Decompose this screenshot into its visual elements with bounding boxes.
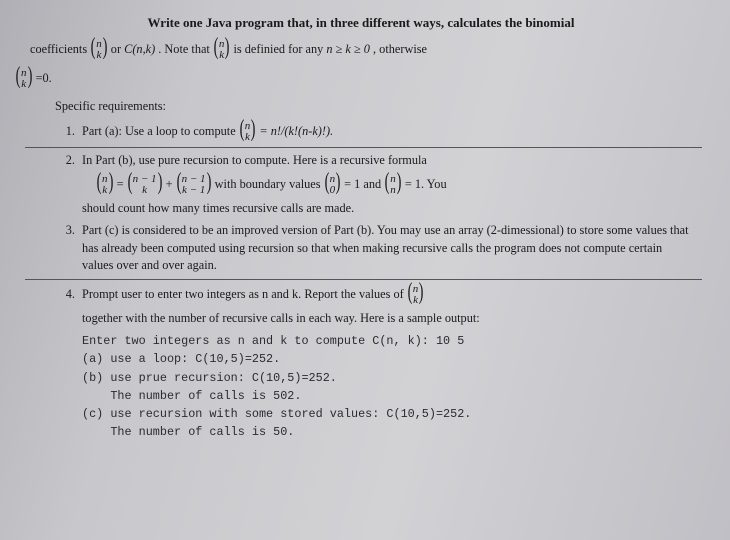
text: = 1 and xyxy=(344,177,384,191)
binom-nk: n k xyxy=(97,174,113,196)
binom-nm1-k: n − 1 k xyxy=(128,174,162,196)
binom-nk: n k xyxy=(91,39,107,61)
text: Part (a): Use a loop to compute xyxy=(82,124,239,138)
intro-line-2: n k =0. xyxy=(15,66,692,91)
recursive-formula: n k = n − 1 k + n − 1 k − 1 with boundar… xyxy=(96,172,692,198)
document-page: Write one Java program that, in three di… xyxy=(0,0,730,540)
text: = 1. You xyxy=(405,177,447,191)
binom-n-n: n n xyxy=(385,174,401,196)
sample-output: Enter two integers as n and k to compute… xyxy=(82,332,692,442)
text: together with the number of recursive ca… xyxy=(82,310,692,328)
req-item-d: Prompt user to enter two integers as n a… xyxy=(78,284,692,442)
requirements-list-cont: In Part (b), use pure recursion to compu… xyxy=(60,152,692,275)
binom-nk: n k xyxy=(240,121,256,143)
intro-line-1: coefficients n k or C(n,k) . Note that n… xyxy=(30,39,692,61)
text: , otherwise xyxy=(373,42,427,56)
text: or xyxy=(111,42,124,56)
divider xyxy=(25,279,702,280)
requirements-list-cont2: Prompt user to enter two integers as n a… xyxy=(60,284,692,442)
divider xyxy=(25,147,702,148)
text: n ≥ k ≥ 0 xyxy=(326,42,370,56)
document-title: Write one Java program that, in three di… xyxy=(30,14,692,33)
binom-n-0: n 0 xyxy=(325,174,341,196)
text: Prompt user to enter two integers as n a… xyxy=(82,287,407,301)
req-item-c: Part (c) is considered to be an improved… xyxy=(78,222,692,275)
binom-nk: n k xyxy=(408,284,424,306)
binom-nm1-km1: n − 1 k − 1 xyxy=(177,174,211,196)
text: =0. xyxy=(36,71,52,85)
text: . Note that xyxy=(158,42,213,56)
text: C(n,k) xyxy=(124,42,155,56)
text: with boundary values xyxy=(215,177,324,191)
binom-nk: n k xyxy=(214,39,230,61)
binom-nk: n k xyxy=(16,68,32,90)
requirements-list: Part (a): Use a loop to compute n k = n!… xyxy=(60,121,692,143)
requirements-heading: Specific requirements: xyxy=(55,98,692,116)
text: coefficients xyxy=(30,42,90,56)
req-item-b: In Part (b), use pure recursion to compu… xyxy=(78,152,692,217)
text: = n!/(k!(n-k)!). xyxy=(259,124,333,138)
text: In Part (b), use pure recursion to compu… xyxy=(82,153,427,167)
text: Part (c) is considered to be an improved… xyxy=(82,223,689,273)
req-item-a: Part (a): Use a loop to compute n k = n!… xyxy=(78,121,692,143)
text: is definied for any xyxy=(234,42,327,56)
text: should count how many times recursive ca… xyxy=(82,201,354,215)
